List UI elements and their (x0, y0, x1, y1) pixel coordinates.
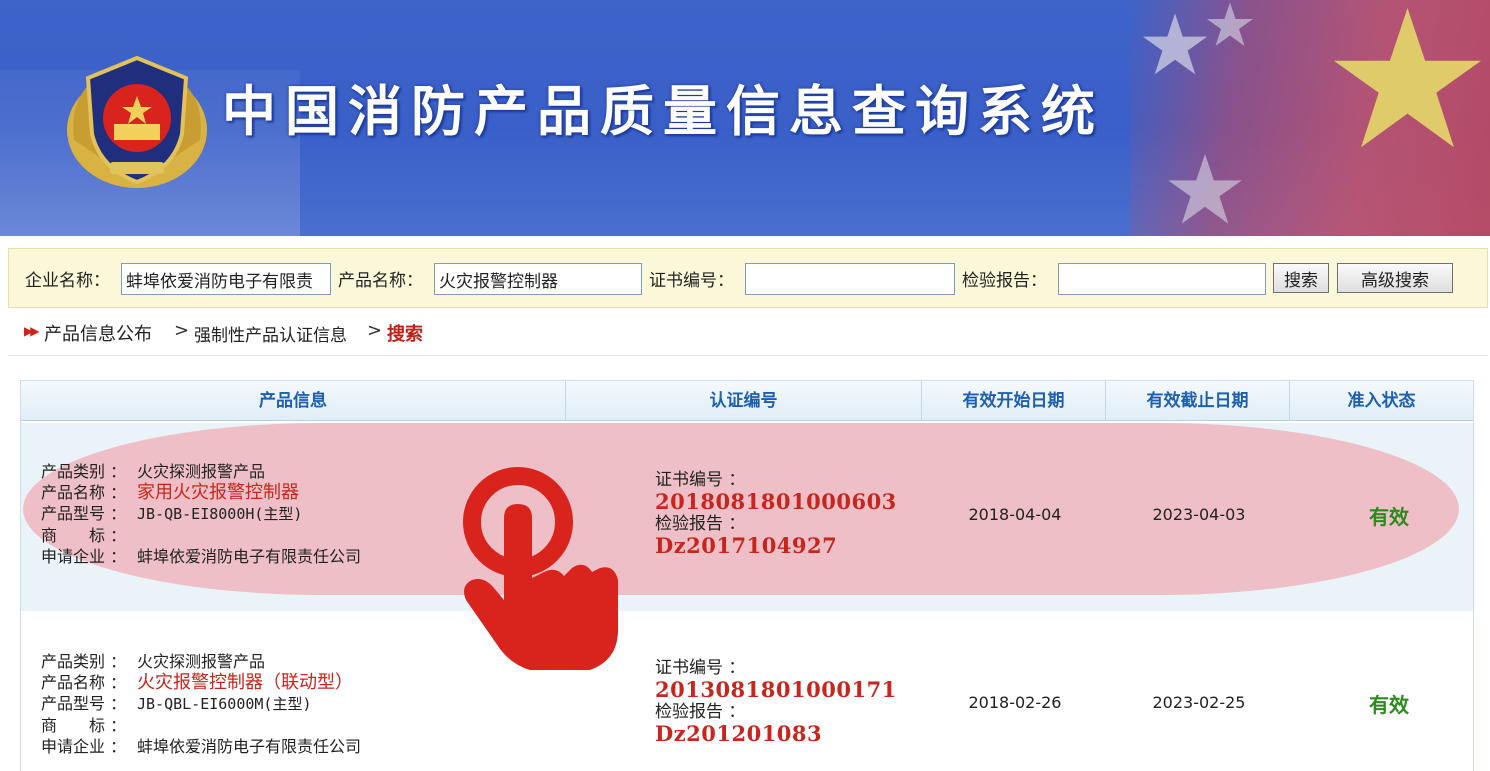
applicant-company: 蚌埠依爱消防电子有限责任公司 (137, 547, 362, 566)
report-number-link[interactable]: Dz2017104927 (655, 535, 897, 557)
search-bar: 企业名称： 产品名称： 证书编号： 检验报告： 搜索 高级搜索 (8, 248, 1488, 308)
cert-no-label: 证书编号 ： (655, 470, 746, 490)
field-label: 申请企业 ： (41, 737, 127, 756)
search-button[interactable]: 搜索 (1273, 263, 1329, 293)
product-input[interactable] (434, 263, 642, 295)
product-label: 产品名称： (338, 271, 423, 291)
cert-no-label: 证书编号 ： (655, 658, 746, 678)
company-label: 企业名称： (25, 271, 110, 291)
double-arrow-icon: ▶▶ (24, 324, 40, 338)
cert-number-link[interactable]: 2018081801000603 (655, 491, 897, 513)
field-label: 产品类别 ： (41, 652, 127, 671)
column-header-product-info: 产品信息 (21, 381, 566, 421)
column-header-start-date: 有效开始日期 (922, 381, 1106, 421)
table-header: 产品信息 认证编号 有效开始日期 有效截止日期 准入状态 (21, 381, 1473, 421)
advanced-search-button[interactable]: 高级搜索 (1337, 263, 1453, 293)
site-title: 中国消防产品质量信息查询系统 (222, 80, 1104, 143)
breadcrumb-current: 搜索 (387, 324, 423, 345)
breadcrumb-separator: > (174, 320, 190, 341)
field-label: 产品名称 ： (41, 673, 127, 692)
tap-hand-icon (463, 467, 618, 670)
cert-label: 证书编号： (649, 271, 734, 291)
column-header-end-date: 有效截止日期 (1106, 381, 1290, 421)
field-label: 申请企业 ： (41, 547, 127, 566)
applicant-company: 蚌埠依爱消防电子有限责任公司 (137, 737, 362, 756)
start-date: 2018-02-26 (968, 693, 1062, 712)
header-banner: 中国消防产品质量信息查询系统 (0, 0, 1490, 236)
report-no-label: 检验报告 ： (655, 702, 746, 722)
end-date: 2023-02-25 (1152, 693, 1246, 712)
column-header-cert-no: 认证编号 (566, 381, 922, 421)
star-icon (1333, 8, 1482, 148)
breadcrumb: ▶▶ 产品信息公布 > 强制性产品认证信息 > 搜索 (8, 310, 1488, 356)
cert-block: 证书编号 ： 2013081801000171 检验报告 ： Dz2012010… (655, 657, 897, 745)
star-icon (1207, 2, 1253, 46)
product-model: JB-QB-EI8000H(主型) (137, 505, 303, 523)
cert-number-link[interactable]: 2013081801000171 (655, 679, 897, 701)
field-label: 商 标 ： (41, 526, 127, 545)
cert-input[interactable] (745, 263, 955, 295)
status-badge: 有效 (1369, 505, 1409, 529)
product-category: 火灾探测报警产品 (137, 462, 266, 481)
product-name-link[interactable]: 火灾报警控制器（联动型） (137, 672, 353, 693)
field-label: 商 标 ： (41, 716, 127, 735)
report-label: 检验报告： (962, 271, 1047, 291)
company-input[interactable] (121, 263, 331, 295)
field-label: 产品名称 ： (41, 483, 127, 502)
star-icon (1168, 154, 1242, 224)
breadcrumb-separator: > (367, 320, 383, 341)
cert-block: 证书编号 ： 2018081801000603 检验报告 ： Dz2017104… (655, 469, 897, 557)
product-info-block: 产品类别 ： 火灾探测报警产品 产品名称 ： 火灾报警控制器（联动型） 产品型号 ：… (41, 651, 361, 757)
field-label: 产品型号 ： (41, 694, 127, 713)
breadcrumb-item-product-info[interactable]: 产品信息公布 (44, 320, 152, 346)
results-table: 产品信息 认证编号 有效开始日期 有效截止日期 准入状态 产品类别 ： 火灾探测报… (20, 380, 1474, 771)
status-badge: 有效 (1369, 693, 1409, 717)
field-label: 产品类别 ： (41, 462, 127, 481)
start-date: 2018-04-04 (968, 505, 1062, 524)
column-header-status: 准入状态 (1347, 391, 1416, 411)
product-category: 火灾探测报警产品 (137, 652, 266, 671)
end-date: 2023-04-03 (1152, 505, 1246, 524)
report-number-link[interactable]: Dz201201083 (655, 723, 897, 745)
breadcrumb-item-ccc-info[interactable]: 强制性产品认证信息 (194, 321, 347, 346)
product-name-link[interactable]: 家用火灾报警控制器 (137, 482, 299, 503)
police-emblem-icon (67, 55, 207, 188)
product-info-block: 产品类别 ： 火灾探测报警产品 产品名称 ： 家用火灾报警控制器 产品型号 ： JB-… (41, 461, 361, 567)
report-no-label: 检验报告 ： (655, 514, 746, 534)
field-label: 产品型号 ： (41, 504, 127, 523)
report-input[interactable] (1058, 263, 1266, 295)
product-model: JB-QBL-EI6000M(主型) (137, 695, 312, 713)
